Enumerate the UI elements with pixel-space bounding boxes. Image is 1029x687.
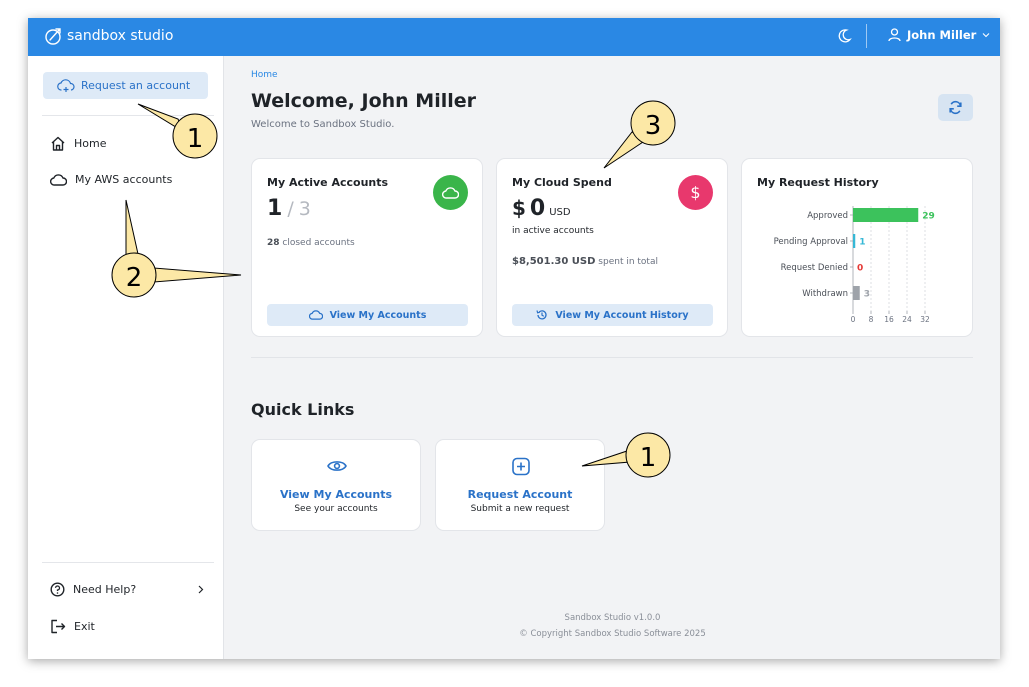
total-spend-label: spent in total (598, 257, 658, 267)
user-menu[interactable]: John Miller (888, 28, 990, 42)
footer-copyright: © Copyright Sandbox Studio Software 2025 (519, 629, 706, 639)
total-spend-value: $8,501.30 USD (512, 256, 596, 267)
sidebar-item-exit[interactable]: Exit (50, 619, 95, 634)
cloud-plus-icon (57, 78, 75, 92)
dollar-icon: $ (690, 183, 701, 202)
quick-link-desc: Submit a new request (470, 504, 570, 514)
request-history-card: My Request History 0 8 16 24 32 Approved 29 Pen… (741, 158, 973, 337)
chart-tick-label: 8 (869, 315, 874, 324)
user-name: John Miller (907, 28, 977, 42)
card-title: My Active Accounts (267, 176, 389, 189)
currency-symbol: $ (512, 196, 526, 220)
chart-tick-label: 16 (884, 315, 894, 324)
closed-label: closed accounts (282, 238, 355, 248)
spend-caption: in active accounts (512, 226, 594, 236)
refresh-icon (949, 100, 962, 115)
cloud-spend-card: My Cloud Spend $ $ 0 USD in active accou… (496, 158, 728, 337)
total-spend: $8,501.30 USD spent in total (512, 256, 658, 267)
request-account-button[interactable]: Request an account (43, 72, 208, 99)
card-title: My Cloud Spend (512, 176, 612, 189)
dark-mode-toggle[interactable] (836, 28, 852, 48)
quick-link-view-accounts[interactable]: View My Accounts See your accounts (251, 439, 421, 531)
button-label: View My Accounts (329, 309, 427, 321)
quick-link-desc: See your accounts (294, 504, 378, 514)
refresh-button[interactable] (938, 94, 973, 121)
cloud-icon (50, 173, 67, 186)
sidebar-divider (42, 562, 214, 563)
chart-bar (853, 234, 856, 248)
spend-value: 0 (529, 196, 546, 221)
closed-count: 28 (267, 238, 280, 248)
chart-bar (853, 208, 919, 222)
active-accounts-card: My Active Accounts 1 / 3 28 closed accou… (251, 158, 483, 337)
history-icon (536, 310, 548, 320)
user-icon (888, 28, 901, 42)
chart-category-label: Withdrawn (802, 289, 848, 299)
brand-name: sandbox studio (67, 28, 174, 44)
sidebar: Request an account Home My AWS accounts … (28, 56, 224, 659)
chart-category-label: Pending Approval (774, 237, 848, 247)
logout-icon (51, 619, 66, 634)
home-icon (51, 136, 65, 151)
spend-amount: $ 0 USD (512, 196, 571, 221)
eye-icon (327, 461, 347, 471)
chart-data-label: 0 (857, 264, 863, 274)
sidebar-item-label: Need Help? (73, 583, 137, 596)
active-count: 1 / 3 (267, 196, 311, 221)
quick-link-title: Request Account (467, 488, 573, 501)
footer-version: Sandbox Studio v1.0.0 (564, 613, 661, 623)
chart-data-label: 3 (864, 290, 870, 300)
plus-square-icon (512, 457, 530, 476)
quick-link-title: View My Accounts (279, 488, 393, 501)
page-title: Welcome, John Miller (251, 90, 477, 112)
chart-tick-label: 24 (902, 315, 912, 324)
sidebar-divider (42, 115, 214, 116)
closed-accounts: 28 closed accounts (267, 238, 355, 248)
sidebar-item-help[interactable]: Need Help? (50, 582, 204, 597)
chart-tick-label: 32 (920, 315, 930, 324)
chevron-right-icon (198, 585, 204, 594)
top-bar: sandbox studio John Miller (28, 18, 1000, 56)
chart-bar (853, 286, 860, 300)
request-history-chart: 0 8 16 24 32 Approved 29 Pending Approval 1 Reque… (774, 206, 935, 324)
spend-unit: USD (549, 207, 571, 218)
quick-link-request-account[interactable]: Request Account Submit a new request (435, 439, 605, 531)
cloud-icon (308, 310, 323, 320)
sidebar-item-home[interactable]: Home (50, 136, 106, 151)
section-divider (251, 357, 973, 358)
chevron-down-icon (982, 33, 990, 38)
topbar-divider (866, 24, 867, 48)
chart-data-label: 1 (859, 238, 865, 248)
cloud-icon (442, 186, 459, 199)
active-count-value: 1 (267, 196, 283, 221)
breadcrumb[interactable]: Home (251, 70, 278, 80)
count-separator: / (287, 198, 294, 220)
cloud-badge (433, 175, 468, 210)
main-content: Home Welcome, John Miller Welcome to San… (225, 56, 1000, 659)
total-count-value: 3 (298, 198, 311, 220)
chart-data-label: 29 (922, 212, 935, 222)
chart-category-label: Approved (807, 211, 848, 221)
sidebar-item-label: My AWS accounts (75, 173, 173, 186)
view-account-history-button[interactable]: View My Account History (512, 304, 713, 326)
sidebar-item-label: Home (74, 137, 107, 150)
moon-icon (838, 29, 852, 43)
quick-links-title: Quick Links (251, 400, 355, 419)
brand-logo[interactable]: sandbox studio (44, 26, 173, 46)
chart-category-label: Request Denied (781, 263, 848, 273)
view-my-accounts-button[interactable]: View My Accounts (267, 304, 468, 326)
page-subtitle: Welcome to Sandbox Studio. (251, 119, 395, 130)
app-window: sandbox studio John Miller Request an ac… (28, 18, 1000, 659)
card-title: My Request History (757, 176, 879, 189)
button-label: View My Account History (555, 309, 689, 321)
request-account-label: Request an account (81, 79, 191, 92)
help-circle-icon (50, 582, 65, 597)
dollar-badge: $ (678, 175, 713, 210)
sidebar-item-label: Exit (74, 620, 95, 633)
chart-tick-label: 0 (851, 315, 856, 324)
brand-icon (45, 28, 61, 45)
sidebar-item-aws-accounts[interactable]: My AWS accounts (50, 173, 172, 186)
